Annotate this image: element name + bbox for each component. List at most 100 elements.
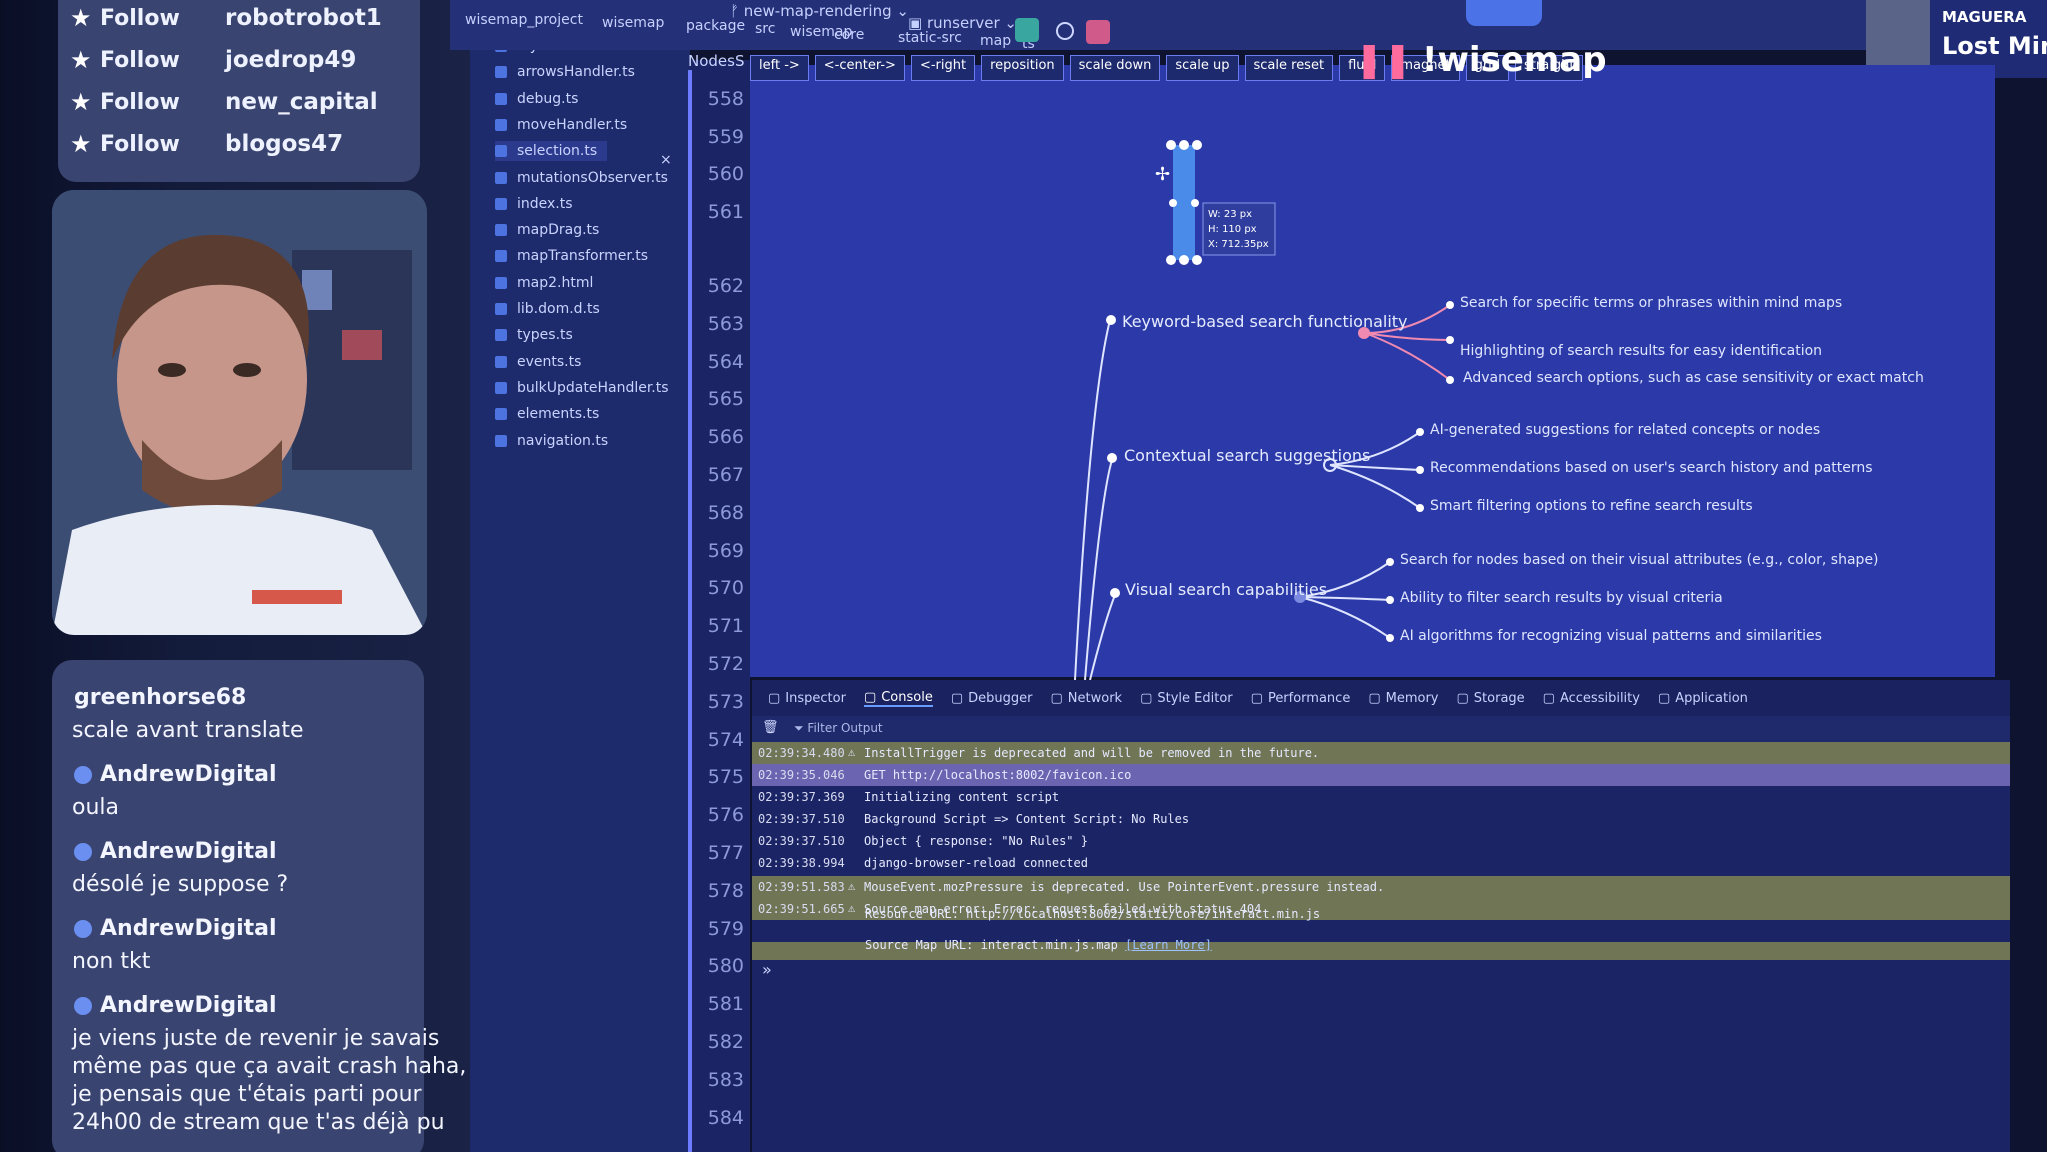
file-item[interactable]: index.ts <box>495 194 573 214</box>
mindmap-leaf[interactable]: AI-generated suggestions for related con… <box>1430 422 1820 438</box>
toolbar-button[interactable]: scale up <box>1166 55 1239 81</box>
console-log-row[interactable]: 02:39:38.994 django-browser-reload connec… <box>752 852 2010 874</box>
follow-row[interactable]: ★ Follow blogos47 <box>70 126 343 162</box>
breadcrumb-item[interactable]: static-src <box>898 30 962 46</box>
toolbar-button[interactable]: <-right <box>910 55 976 81</box>
line-number: 571 <box>707 615 744 638</box>
breadcrumb-item[interactable]: wisemap_project <box>465 12 583 28</box>
chat-username: AndrewDigital <box>74 916 277 941</box>
file-item[interactable]: types.ts <box>495 325 573 345</box>
mindmap-topic[interactable]: Keyword-based search functionality <box>1122 312 1408 331</box>
breadcrumb-item[interactable]: package <box>686 18 745 34</box>
mindmap-topic[interactable]: Visual search capabilities <box>1125 580 1327 599</box>
star-icon: ★ <box>70 88 92 116</box>
file-item[interactable]: events.ts <box>495 352 581 372</box>
mindmap-topic[interactable]: Contextual search suggestions <box>1124 446 1370 465</box>
breadcrumb-item[interactable]: core <box>834 27 864 43</box>
breadcrumb-item[interactable]: src <box>755 21 775 37</box>
file-icon <box>495 303 507 315</box>
file-item[interactable]: selection.ts <box>495 141 608 162</box>
debug-button[interactable] <box>1056 22 1074 40</box>
devtools-tab[interactable]: ▢ Accessibility <box>1543 691 1640 706</box>
devtools-tab[interactable]: ▢ Storage <box>1457 691 1525 706</box>
file-item[interactable]: moveHandler.ts <box>495 115 627 135</box>
mindmap-leaf[interactable]: Ability to filter search results by visu… <box>1400 590 1723 606</box>
devtools-tab[interactable]: ▢ Network <box>1051 691 1123 706</box>
resource-url[interactable]: Resource URL: http://localhost:8002/stat… <box>865 907 1320 921</box>
devtools-tab[interactable]: ▢ Memory <box>1368 691 1438 706</box>
mindmap-leaf[interactable]: Search for specific terms or phrases wit… <box>1460 295 1842 311</box>
follow-row[interactable]: ★ Follow joedrop49 <box>70 42 356 78</box>
file-item[interactable]: elements.ts <box>495 404 599 424</box>
devtools-tab[interactable]: ▢ Inspector <box>768 691 846 706</box>
file-item[interactable]: mapDrag.ts <box>495 220 599 240</box>
stop-button[interactable] <box>1086 20 1110 44</box>
line-number: 580 <box>707 955 744 978</box>
toolbar-button[interactable]: scale down <box>1069 55 1161 81</box>
line-number: 563 <box>707 312 744 335</box>
log-timestamp: 02:39:34.480 <box>758 746 845 760</box>
filter-output-input[interactable]: ⏷ Filter Output <box>794 721 883 736</box>
devtools-tab[interactable]: ▢ Performance <box>1251 691 1351 706</box>
devtools-tab[interactable]: ▢ Style Editor <box>1140 691 1233 706</box>
log-message: InstallTrigger is deprecated and will be… <box>864 746 1320 760</box>
selection-readout: W: 23 px H: 110 px X: 712.35px <box>1208 209 1269 250</box>
run-config-selector[interactable]: ▣ runserver ⌄ <box>908 14 1017 32</box>
file-item[interactable]: bulkUpdateHandler.ts <box>495 378 669 398</box>
toolbar-button[interactable]: left -> <box>750 55 809 81</box>
console-log-row[interactable]: 02:39:34.480 ⚠ InstallTrigger is deprecate… <box>752 742 2010 764</box>
devtools-tab[interactable]: ▢ Application <box>1658 691 1748 706</box>
chat-username: AndrewDigital <box>74 993 277 1018</box>
toolbar-button[interactable]: scale reset <box>1244 55 1334 81</box>
rerun-button[interactable] <box>1015 18 1039 42</box>
console-log-row[interactable]: 02:39:37.510 Background Script => Content… <box>752 808 2010 830</box>
mindmap-leaf[interactable]: Recommendations based on user's search h… <box>1430 460 1873 476</box>
console-log-row[interactable]: 02:39:37.369 Initializing content script <box>752 786 2010 808</box>
log-timestamp: 02:39:37.369 <box>758 790 845 804</box>
file-item[interactable]: lib.dom.d.ts <box>495 299 600 319</box>
mindmap-leaf[interactable]: Search for nodes based on their visual a… <box>1400 552 1879 568</box>
follow-label[interactable]: Follow <box>100 6 225 31</box>
file-item[interactable]: debug.ts <box>495 89 578 109</box>
toolbar-button[interactable]: reposition <box>981 55 1064 81</box>
follow-label[interactable]: Follow <box>100 90 225 115</box>
top-blue-button[interactable] <box>1466 0 1542 26</box>
chevron-down-icon: ⌄ <box>891 2 909 20</box>
learn-more-link[interactable]: [Learn More] <box>1125 938 1212 952</box>
line-number: 584 <box>707 1106 744 1129</box>
console-log-row[interactable]: 02:39:35.046 GET http://localhost:8002/fa… <box>752 764 2010 786</box>
file-item[interactable]: arrowsHandler.ts <box>495 62 635 82</box>
devtools-tab-icon: ▢ <box>1140 690 1153 706</box>
line-number: 582 <box>707 1031 744 1053</box>
follow-row[interactable]: ★ Follow robotrobot1 <box>70 0 382 36</box>
file-item[interactable]: mutationsObserver.ts <box>495 168 668 188</box>
breadcrumb-item[interactable]: map <box>980 33 1011 49</box>
line-number: 581 <box>707 993 744 1016</box>
badge-icon <box>74 843 92 861</box>
editor-tab-label[interactable]: NodesS <box>688 52 744 70</box>
webcam-image <box>52 190 427 635</box>
mindmap-leaf[interactable]: AI algorithms for recognizing visual pat… <box>1400 628 1822 644</box>
console-log-row[interactable]: 02:39:37.510 Object { response: "No Rules… <box>752 830 2010 852</box>
branch-selector[interactable]: ᚠ new-map-rendering ⌄ <box>730 2 909 20</box>
follow-label[interactable]: Follow <box>100 132 225 157</box>
streamer-name: MAGUERA <box>1942 8 2027 26</box>
mindmap-leaf[interactable]: Advanced search options, such as case se… <box>1463 370 1924 386</box>
devtools-tab[interactable]: ▢ Debugger <box>951 691 1033 706</box>
console-prompt-icon[interactable]: » <box>762 960 772 979</box>
file-item[interactable]: map2.html <box>495 273 593 293</box>
console-log-row[interactable]: 02:39:51.583 ⚠ MouseEvent.mozPressure is d… <box>752 876 2010 898</box>
file-item[interactable]: navigation.ts <box>495 431 608 451</box>
close-icon[interactable]: × <box>660 152 672 168</box>
follow-row[interactable]: ★ Follow new_capital <box>70 84 378 120</box>
toolbar-button[interactable]: <-center-> <box>814 55 905 81</box>
file-item[interactable]: mapTransformer.ts <box>495 246 648 266</box>
file-icon <box>495 276 507 289</box>
breadcrumb-item[interactable]: wisemap <box>602 15 664 31</box>
devtools-tab[interactable]: ▢ Console <box>863 690 933 707</box>
trash-icon[interactable]: 🗑 <box>762 720 779 735</box>
follow-label[interactable]: Follow <box>100 48 225 73</box>
mindmap-leaf[interactable]: Smart filtering options to refine search… <box>1430 498 1753 514</box>
mindmap-leaf[interactable]: Highlighting of search results for easy … <box>1460 343 1822 359</box>
log-message: Object { response: "No Rules" } <box>864 834 1088 848</box>
